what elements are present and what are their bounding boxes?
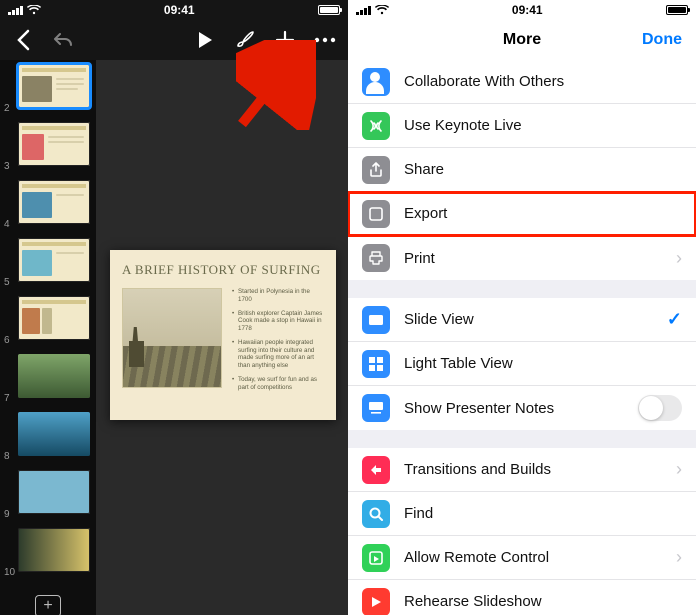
item-remote[interactable]: Allow Remote Control › [348,536,696,580]
item-light-table[interactable]: Light Table View [348,342,696,386]
editor-toolbar [0,20,348,60]
more-icon[interactable] [314,29,336,51]
slide-image [122,288,222,388]
add-slide-button[interactable]: + [0,586,96,615]
thumb-slide[interactable] [18,180,90,224]
thumb-number: 2 [4,103,10,114]
item-presenter-notes[interactable]: Show Presenter Notes [348,386,696,430]
thumb-slide[interactable] [18,122,90,166]
wifi-icon [27,5,41,15]
thumb-slide[interactable] [18,296,90,340]
add-icon[interactable] [274,29,296,51]
thumb-slide[interactable] [18,238,90,282]
check-icon: ✓ [667,309,682,330]
thumb-slide[interactable] [18,354,90,398]
thumb-number: 4 [4,219,10,230]
brush-icon[interactable] [234,29,256,51]
clock: 09:41 [164,3,195,17]
play-icon [362,588,390,615]
battery-icon [318,5,340,15]
chevron-right-icon: › [676,459,682,480]
popup-nav: More Done [348,20,696,60]
phone-more-popup: 09:41 More Done Collaborate With Others … [348,0,696,615]
grid-icon [362,350,390,378]
settings-list[interactable]: Collaborate With Others Use Keynote Live… [348,60,696,615]
status-bar: 09:41 [0,0,348,20]
slide-view-icon [362,306,390,334]
export-icon [362,200,390,228]
clock: 09:41 [512,3,543,17]
item-keynote-live[interactable]: Use Keynote Live [348,104,696,148]
thumb-slide[interactable] [18,64,90,108]
thumb-number: 3 [4,161,10,172]
item-share[interactable]: Share [348,148,696,192]
wifi-icon [375,5,389,15]
signal-icon [8,5,23,15]
print-icon [362,244,390,272]
thumb-number: 5 [4,277,10,288]
status-bar: 09:41 [348,0,696,20]
play-icon[interactable] [194,29,216,51]
battery-icon [666,5,688,15]
done-button[interactable]: Done [642,31,682,49]
thumb-number: 7 [4,393,10,404]
current-slide[interactable]: A BRIEF HISTORY OF SURFING Started in Po… [110,250,336,420]
undo-icon[interactable] [52,29,74,51]
thumb-slide[interactable] [18,412,90,456]
chevron-right-icon: › [676,547,682,568]
thumb-slide[interactable] [18,528,90,572]
back-icon[interactable] [12,29,34,51]
search-icon [362,500,390,528]
slide-title: A BRIEF HISTORY OF SURFING [122,262,324,278]
remote-icon [362,544,390,572]
thumb-number: 9 [4,509,10,520]
share-icon [362,156,390,184]
slide-bullets: Started in Polynesia in the 1700 British… [232,288,324,397]
thumb-number: 6 [4,335,10,346]
item-find[interactable]: Find [348,492,696,536]
thumb-number: 10 [4,567,15,578]
thumb-slide[interactable] [18,470,90,514]
broadcast-icon [362,112,390,140]
item-export[interactable]: Export [348,192,696,236]
notes-icon [362,394,390,422]
phone-keynote: 09:41 2 [0,0,348,615]
item-slide-view[interactable]: Slide View ✓ [348,298,696,342]
transitions-icon [362,456,390,484]
person-icon [362,68,390,96]
item-transitions[interactable]: Transitions and Builds › [348,448,696,492]
signal-icon [356,5,371,15]
item-collaborate[interactable]: Collaborate With Others [348,60,696,104]
slide-thumbnails[interactable]: 2 3 4 5 6 7 8 9 10 + [0,60,96,615]
editor-canvas[interactable]: A BRIEF HISTORY OF SURFING Started in Po… [96,60,348,615]
chevron-right-icon: › [676,248,682,269]
popup-title: More [503,31,541,49]
item-rehearse[interactable]: Rehearse Slideshow [348,580,696,615]
toggle-off[interactable] [638,395,682,421]
thumb-number: 8 [4,451,10,462]
item-print[interactable]: Print › [348,236,696,280]
